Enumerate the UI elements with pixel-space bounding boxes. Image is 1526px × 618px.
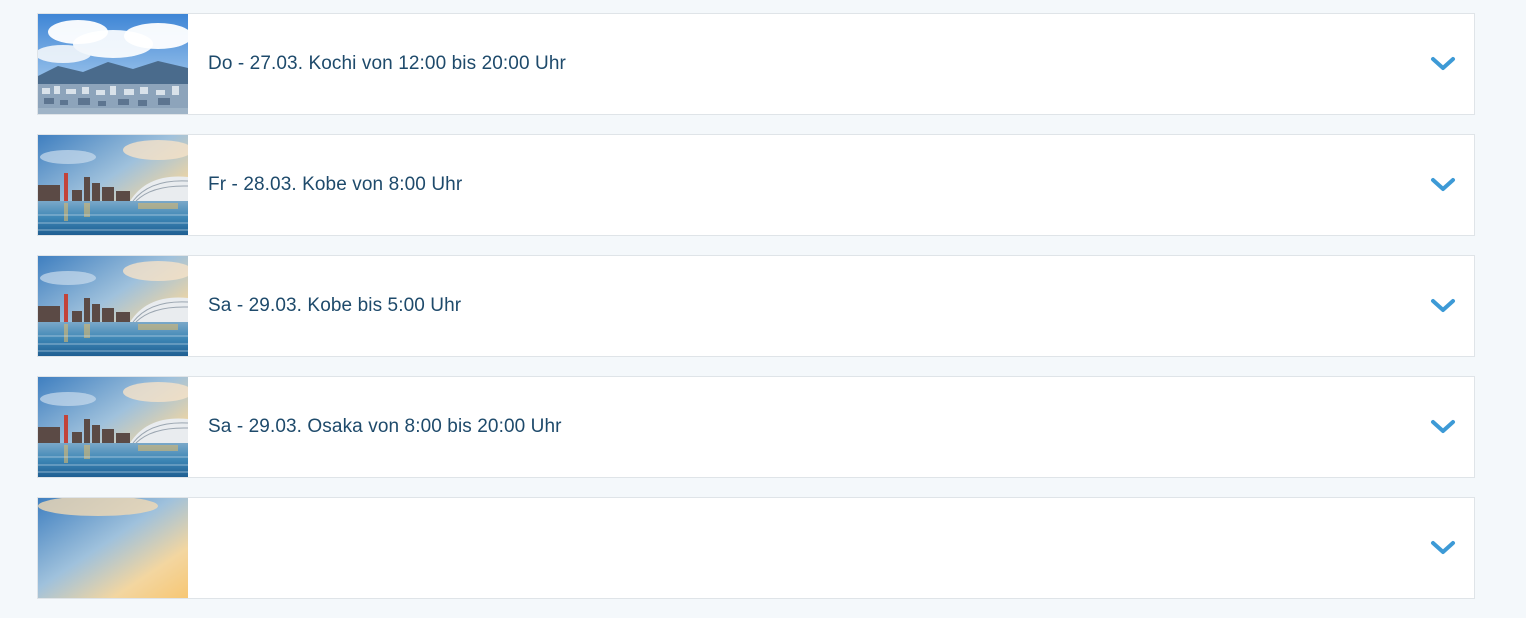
itinerary-item-label: Sa - 29.03. Kobe bis 5:00 Uhr [208,295,462,316]
itinerary-item-label: Sa - 29.03. Osaka von 8:00 bis 20:00 Uhr [208,416,562,437]
itinerary-item-label: Do - 27.03. Kochi von 12:00 bis 20:00 Uh… [208,53,566,74]
chevron-down-icon[interactable] [1430,55,1456,73]
itinerary-item-osaka[interactable]: Sa - 29.03. Osaka von 8:00 bis 20:00 Uhr [37,376,1475,478]
harbor-sky-image [38,498,188,598]
kobe-harbor-skyline-image [38,256,188,356]
chevron-down-icon[interactable] [1430,176,1456,194]
itinerary-item-partial[interactable] [37,497,1475,599]
itinerary-list: Do - 27.03. Kochi von 12:00 bis 20:00 Uh… [37,13,1475,618]
chevron-down-icon[interactable] [1430,539,1456,557]
kobe-harbor-skyline-image [38,135,188,235]
itinerary-item-kochi[interactable]: Do - 27.03. Kochi von 12:00 bis 20:00 Uh… [37,13,1475,115]
chevron-down-icon[interactable] [1430,418,1456,436]
itinerary-item-label: Fr - 28.03. Kobe von 8:00 Uhr [208,174,463,195]
chevron-down-icon[interactable] [1430,297,1456,315]
kobe-harbor-skyline-image [38,377,188,477]
kochi-city-panorama-image [38,14,188,114]
itinerary-item-kobe-departure[interactable]: Sa - 29.03. Kobe bis 5:00 Uhr [37,255,1475,357]
itinerary-item-kobe-arrival[interactable]: Fr - 28.03. Kobe von 8:00 Uhr [37,134,1475,236]
